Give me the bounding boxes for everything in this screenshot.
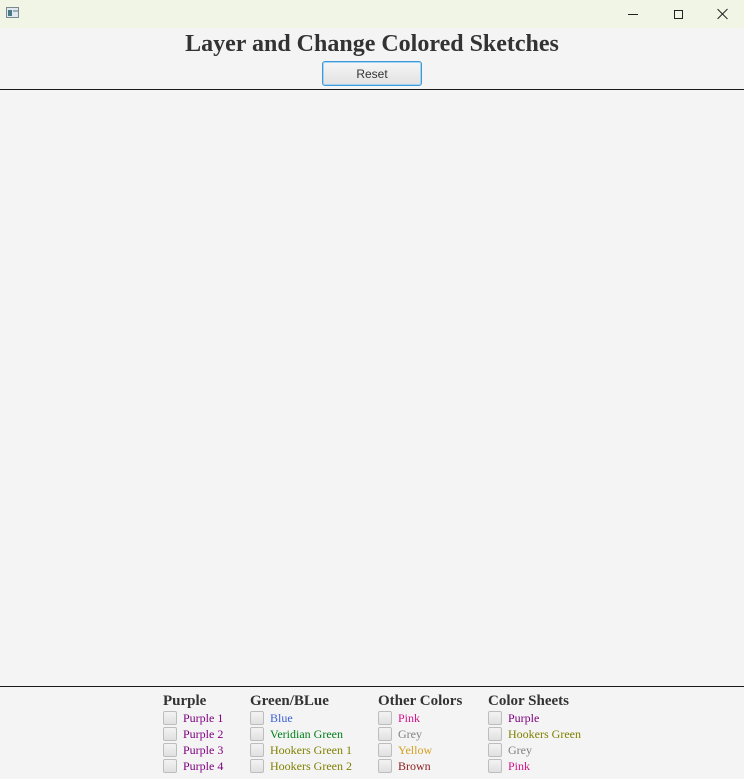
group-color-sheets: Color Sheets Purple Hookers Green Grey P… — [488, 692, 581, 774]
group-heading: Green/BLue — [250, 693, 329, 709]
option-label: Pink — [508, 759, 531, 773]
checkbox[interactable] — [488, 727, 502, 741]
option-label: Purple 3 — [183, 743, 224, 757]
group-green-blue: Green/BLue Blue Veridian Green Hookers G… — [250, 692, 352, 774]
sketch-canvas[interactable] — [0, 90, 744, 686]
option-label: Grey — [398, 727, 422, 741]
checkbox[interactable] — [378, 759, 392, 773]
option-label: Purple — [508, 711, 540, 725]
page-title: Layer and Change Colored Sketches — [185, 31, 559, 57]
checkbox[interactable] — [378, 711, 392, 725]
option-label: Purple 2 — [183, 727, 224, 741]
group-other-colors: Other Colors Pink Grey Yellow Brown — [378, 692, 462, 774]
checkbox[interactable] — [163, 711, 177, 725]
checkbox[interactable] — [488, 759, 502, 773]
group-heading: Other Colors — [378, 693, 463, 709]
title-bar — [0, 0, 744, 28]
option-label: Pink — [398, 711, 421, 725]
option-label: Hookers Green 1 — [270, 743, 352, 757]
minimize-button[interactable] — [610, 0, 656, 28]
group-heading: Purple — [163, 693, 207, 709]
checkbox[interactable] — [378, 727, 392, 741]
checkbox[interactable] — [250, 759, 264, 773]
reset-button[interactable]: Reset — [322, 61, 422, 86]
app-icon — [6, 7, 19, 18]
bottom-divider — [0, 686, 744, 687]
checkbox[interactable] — [488, 711, 502, 725]
option-brown[interactable]: Brown — [378, 758, 462, 774]
option-label: Veridian Green — [270, 727, 343, 741]
option-label: Purple 1 — [183, 711, 224, 725]
option-label: Hookers Green — [508, 727, 581, 741]
option-pink[interactable]: Pink — [378, 710, 462, 726]
option-label: Brown — [398, 759, 431, 773]
option-hookers-green-2[interactable]: Hookers Green 2 — [250, 758, 352, 774]
option-purple-1[interactable]: Purple 1 — [163, 710, 223, 726]
close-button[interactable] — [700, 0, 744, 28]
maximize-button[interactable] — [655, 0, 701, 28]
option-label: Blue — [270, 711, 293, 725]
option-purple-2[interactable]: Purple 2 — [163, 726, 223, 742]
checkbox[interactable] — [250, 743, 264, 757]
option-hookers-green-1[interactable]: Hookers Green 1 — [250, 742, 352, 758]
option-sheet-pink[interactable]: Pink — [488, 758, 581, 774]
option-purple-3[interactable]: Purple 3 — [163, 742, 223, 758]
checkbox[interactable] — [488, 743, 502, 757]
option-yellow[interactable]: Yellow — [378, 742, 462, 758]
minimize-icon — [628, 13, 638, 15]
maximize-icon — [673, 9, 683, 19]
option-sheet-purple[interactable]: Purple — [488, 710, 581, 726]
option-sheet-grey[interactable]: Grey — [488, 742, 581, 758]
option-purple-4[interactable]: Purple 4 — [163, 758, 223, 774]
group-heading: Color Sheets — [488, 693, 569, 709]
option-label: Hookers Green 2 — [270, 759, 352, 773]
checkbox[interactable] — [163, 727, 177, 741]
option-blue[interactable]: Blue — [250, 710, 352, 726]
option-label: Yellow — [398, 743, 433, 757]
checkbox[interactable] — [378, 743, 392, 757]
option-veridian-green[interactable]: Veridian Green — [250, 726, 352, 742]
close-icon — [717, 8, 729, 20]
checkbox[interactable] — [163, 759, 177, 773]
option-label: Purple 4 — [183, 759, 224, 773]
checkbox[interactable] — [163, 743, 177, 757]
option-label: Grey — [508, 743, 532, 757]
group-purple: Purple Purple 1 Purple 2 Purple 3 Purple… — [163, 692, 223, 774]
option-sheet-hookers-green[interactable]: Hookers Green — [488, 726, 581, 742]
option-grey[interactable]: Grey — [378, 726, 462, 742]
checkbox[interactable] — [250, 727, 264, 741]
checkbox[interactable] — [250, 711, 264, 725]
